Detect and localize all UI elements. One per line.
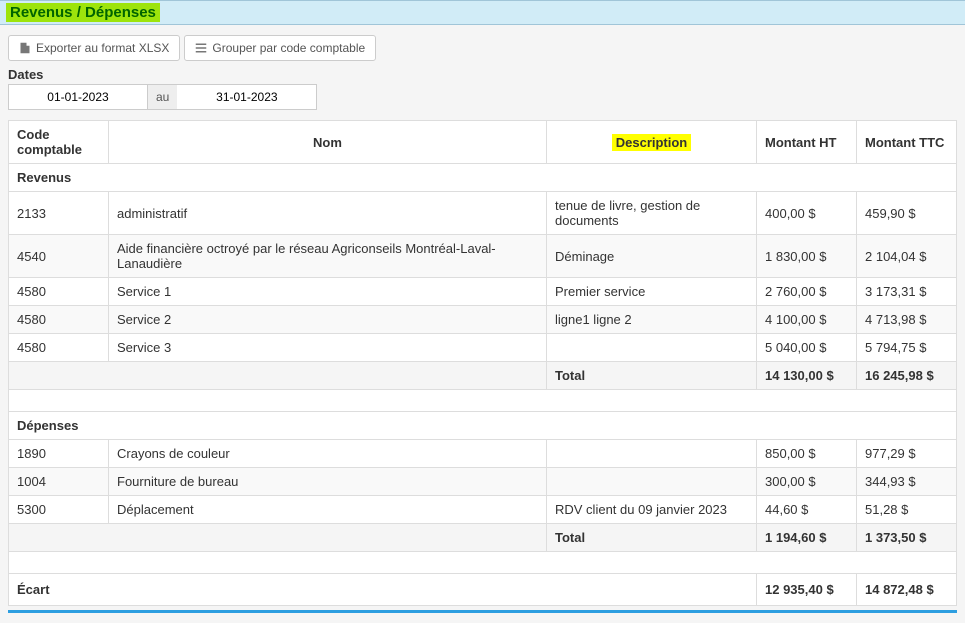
cell-ttc: 5 794,75 $ <box>857 334 957 362</box>
table-row: 4580Service 3 5 040,00 $5 794,75 $ <box>9 334 957 362</box>
depenses-total-ht: 1 194,60 $ <box>757 524 857 552</box>
col-desc[interactable]: Description <box>547 121 757 164</box>
revenus-total: Total14 130,00 $16 245,98 $ <box>9 362 957 390</box>
section-depenses: Dépenses <box>9 412 957 440</box>
table-row: 4580Service 1Premier service2 760,00 $3 … <box>9 278 957 306</box>
export-xlsx-button[interactable]: Exporter au format XLSX <box>8 35 180 61</box>
ecart-ht: 12 935,40 $ <box>757 574 857 606</box>
cell-code: 4580 <box>9 334 109 362</box>
content: Exporter au format XLSX Grouper par code… <box>0 25 965 623</box>
revenus-total-ht: 14 130,00 $ <box>757 362 857 390</box>
cell-ttc: 459,90 $ <box>857 192 957 235</box>
gap-cell <box>9 552 957 574</box>
table-header-row: Code comptable Nom Description Montant H… <box>9 121 957 164</box>
cell-code: 4580 <box>9 306 109 334</box>
table-row: 1890Crayons de couleur 850,00 $977,29 $ <box>9 440 957 468</box>
depenses-total-label: Total <box>547 524 757 552</box>
cell-desc: Déminage <box>547 235 757 278</box>
report-table: Code comptable Nom Description Montant H… <box>8 120 957 606</box>
ecart-ttc: 14 872,48 $ <box>857 574 957 606</box>
dates-section: Dates au <box>8 67 957 110</box>
cell-code: 4580 <box>9 278 109 306</box>
ecart-row: Écart12 935,40 $14 872,48 $ <box>9 574 957 606</box>
group-by-code-button[interactable]: Grouper par code comptable <box>184 35 376 61</box>
cell-name: administratif <box>109 192 547 235</box>
section-revenus: Revenus <box>9 164 957 192</box>
gap-cell <box>9 390 957 412</box>
col-ttc[interactable]: Montant TTC <box>857 121 957 164</box>
cell-ttc: 344,93 $ <box>857 468 957 496</box>
dates-label: Dates <box>8 67 957 82</box>
cell-desc <box>547 468 757 496</box>
cell-code: 2133 <box>9 192 109 235</box>
cell-code: 1890 <box>9 440 109 468</box>
cell-code: 5300 <box>9 496 109 524</box>
cell-ht: 5 040,00 $ <box>757 334 857 362</box>
gap-row <box>9 552 957 574</box>
revenus-total-blank <box>9 362 547 390</box>
cell-ht: 4 100,00 $ <box>757 306 857 334</box>
table-row: 1004Fourniture de bureau 300,00 $344,93 $ <box>9 468 957 496</box>
cell-code: 1004 <box>9 468 109 496</box>
cell-ttc: 4 713,98 $ <box>857 306 957 334</box>
section-revenus-label: Revenus <box>9 164 957 192</box>
page-header: Revenus / Dépenses <box>0 0 965 25</box>
cell-desc <box>547 334 757 362</box>
dates-row: au <box>8 84 957 110</box>
col-name[interactable]: Nom <box>109 121 547 164</box>
revenus-total-label: Total <box>547 362 757 390</box>
date-to-input[interactable] <box>177 84 317 110</box>
section-depenses-label: Dépenses <box>9 412 957 440</box>
cell-name: Fourniture de bureau <box>109 468 547 496</box>
cell-ttc: 2 104,04 $ <box>857 235 957 278</box>
page-title: Revenus / Dépenses <box>6 3 160 22</box>
cell-name: Crayons de couleur <box>109 440 547 468</box>
date-separator: au <box>148 84 177 110</box>
cell-ht: 850,00 $ <box>757 440 857 468</box>
group-by-code-label: Grouper par code comptable <box>212 41 365 55</box>
cell-ttc: 51,28 $ <box>857 496 957 524</box>
cell-ttc: 977,29 $ <box>857 440 957 468</box>
depenses-total-ttc: 1 373,50 $ <box>857 524 957 552</box>
table-row: 2133administratiftenue de livre, gestion… <box>9 192 957 235</box>
cell-ht: 400,00 $ <box>757 192 857 235</box>
col-desc-label: Description <box>612 134 692 151</box>
bottom-accent <box>8 610 957 613</box>
cell-ht: 300,00 $ <box>757 468 857 496</box>
cell-name: Service 3 <box>109 334 547 362</box>
col-code[interactable]: Code comptable <box>9 121 109 164</box>
date-from-input[interactable] <box>8 84 148 110</box>
table-row: 4540Aide financière octroyé par le résea… <box>9 235 957 278</box>
depenses-total-blank <box>9 524 547 552</box>
table-row: 5300DéplacementRDV client du 09 janvier … <box>9 496 957 524</box>
toolbar: Exporter au format XLSX Grouper par code… <box>8 35 957 61</box>
cell-ht: 2 760,00 $ <box>757 278 857 306</box>
cell-desc: Premier service <box>547 278 757 306</box>
file-icon <box>19 42 31 54</box>
cell-name: Déplacement <box>109 496 547 524</box>
cell-name: Service 2 <box>109 306 547 334</box>
cell-desc <box>547 440 757 468</box>
export-xlsx-label: Exporter au format XLSX <box>36 41 169 55</box>
table-row: 4580Service 2ligne1 ligne 24 100,00 $4 7… <box>9 306 957 334</box>
list-icon <box>195 42 207 54</box>
ecart-label: Écart <box>9 574 757 606</box>
cell-desc: tenue de livre, gestion de documents <box>547 192 757 235</box>
depenses-total: Total1 194,60 $1 373,50 $ <box>9 524 957 552</box>
cell-ht: 1 830,00 $ <box>757 235 857 278</box>
cell-code: 4540 <box>9 235 109 278</box>
cell-desc: ligne1 ligne 2 <box>547 306 757 334</box>
cell-name: Service 1 <box>109 278 547 306</box>
cell-ht: 44,60 $ <box>757 496 857 524</box>
cell-ttc: 3 173,31 $ <box>857 278 957 306</box>
revenus-total-ttc: 16 245,98 $ <box>857 362 957 390</box>
cell-desc: RDV client du 09 janvier 2023 <box>547 496 757 524</box>
col-ht[interactable]: Montant HT <box>757 121 857 164</box>
cell-name: Aide financière octroyé par le réseau Ag… <box>109 235 547 278</box>
gap-row <box>9 390 957 412</box>
